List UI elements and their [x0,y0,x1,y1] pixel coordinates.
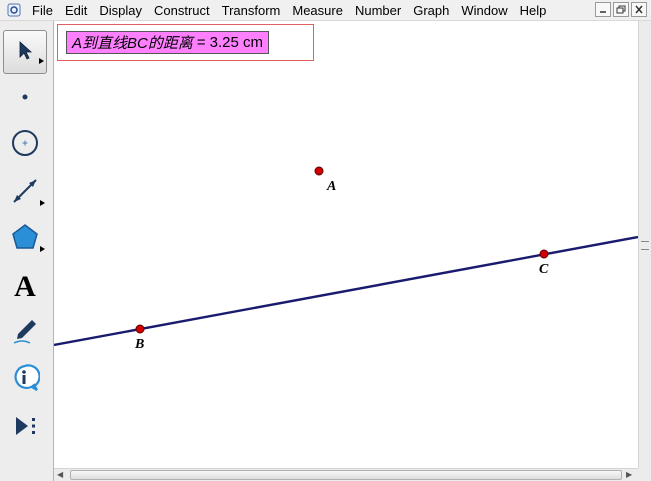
menu-bar: File Edit Display Construct Transform Me… [0,0,651,21]
custom-tool[interactable] [3,406,47,450]
arrow-cursor-icon [13,38,37,67]
sketch-canvas[interactable]: A到直线BC的距离 = 3.25 cm A B C [54,21,638,468]
point-icon [20,89,30,107]
marker-pen-icon [10,316,40,351]
horizontal-scrollbar[interactable]: ◀ ▶ [54,468,638,481]
point-a-label[interactable]: A [326,179,336,194]
scrollbar-corner [638,468,651,481]
point-c[interactable] [539,249,549,259]
segment-icon [10,176,40,211]
text-tool[interactable]: A [3,265,47,309]
tool-menu-triangle-icon [40,193,45,211]
menu-transform[interactable]: Transform [216,0,287,21]
minimize-icon[interactable] [595,2,611,17]
menu-measure[interactable]: Measure [286,0,349,21]
text-icon: A [14,270,36,303]
geometry-drawing: A B C [54,166,638,352]
document-window-controls [595,2,647,17]
menu-window[interactable]: Window [455,0,513,21]
menu-number[interactable]: Number [349,0,407,21]
point-tool[interactable] [3,76,47,120]
restore-icon[interactable] [613,2,629,17]
scroll-right-icon[interactable]: ▶ [626,470,632,479]
point-b[interactable] [135,324,145,334]
vertical-scrollbar[interactable] [638,21,651,468]
menu-construct[interactable]: Construct [148,0,216,21]
scroll-grip-icon [641,241,649,250]
tool-menu-triangle-icon [39,51,44,69]
polygon-tool[interactable] [3,217,47,261]
tool-menu-triangle-icon [40,239,45,257]
compass-tool[interactable] [3,123,47,167]
selection-arrow-tool[interactable] [3,30,47,74]
custom-tool-icon [10,411,40,446]
pentagon-icon [10,222,40,257]
information-tool[interactable] [3,358,47,402]
horizontal-scroll-thumb[interactable] [70,470,622,480]
menu-file[interactable]: File [26,0,59,21]
menu-graph[interactable]: Graph [407,0,455,21]
close-icon[interactable] [631,2,647,17]
marker-tool[interactable] [3,311,47,355]
menu-edit[interactable]: Edit [59,0,93,21]
info-icon [10,363,41,398]
point-c-label[interactable]: C [539,262,549,277]
compass-circle-icon [10,128,40,163]
toolbox: A [0,21,54,481]
menu-help[interactable]: Help [514,0,553,21]
scroll-left-icon[interactable]: ◀ [57,470,63,479]
straightedge-tool[interactable] [3,171,47,215]
sketchpad-app-icon[interactable] [6,2,22,18]
point-b-label[interactable]: B [134,337,144,352]
menu-display[interactable]: Display [93,0,148,21]
point-a[interactable] [314,166,324,176]
